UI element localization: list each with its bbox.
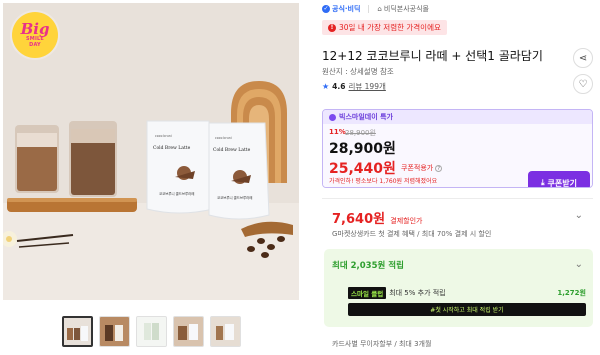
smile-club-tag: 스마일 클럽 bbox=[348, 286, 387, 299]
product-main-image: coco bruni Cold Brew Latte 코코브루니 콜드브루라떼 … bbox=[3, 3, 299, 300]
store-row: ✓ 공식·비딕 ⌂ 비딕본사공식몰 bbox=[322, 4, 429, 14]
card-discount-label: 결제할인가 bbox=[390, 217, 423, 225]
card-discount-amount: 7,640원 bbox=[332, 212, 386, 227]
original-price: 28,900원 bbox=[345, 129, 376, 137]
rating-row: ★ 4.6 리뷰 199개 bbox=[322, 81, 386, 92]
thumbnail-3[interactable] bbox=[136, 316, 167, 347]
thumb-photo-4 bbox=[174, 317, 203, 346]
thumbnail-4[interactable] bbox=[173, 316, 204, 347]
share-button[interactable]: ⋖ bbox=[573, 48, 593, 68]
thumb-photo-3 bbox=[137, 317, 166, 346]
price-card-header-label: 빅스마일데이 특가 bbox=[339, 113, 393, 121]
smile-club-row: 스마일 클럽 최대 5% 추가 적립 1,272원 bbox=[348, 286, 586, 299]
badge-line3: DAY bbox=[29, 42, 41, 48]
svg-text:coco bruni: coco bruni bbox=[215, 136, 232, 140]
smile-club-tag-2: 클럽 bbox=[371, 289, 384, 298]
thumbnail-2[interactable] bbox=[99, 316, 130, 347]
smile-club-text: 최대 5% 추가 적립 bbox=[389, 288, 446, 297]
coupon-price-label: 쿠폰적용가? bbox=[401, 163, 443, 173]
svg-text:coco bruni: coco bruni bbox=[155, 134, 172, 138]
svg-text:코코브루니 콜드브루라떼: 코코브루니 콜드브루라떼 bbox=[217, 195, 252, 200]
wishlist-button[interactable]: ♡ bbox=[573, 74, 593, 94]
big-smile-day-badge: Big SMILE DAY bbox=[12, 12, 58, 58]
home-icon: ⌂ bbox=[377, 5, 382, 13]
card-discount-desc: G마켓상생카드 첫 결제 혜택 / 최대 70% 결제 시 할인 bbox=[332, 230, 492, 238]
event-icon bbox=[329, 113, 336, 121]
divider bbox=[322, 198, 593, 199]
svg-text:코코브루니 콜드브루라떼: 코코브루니 콜드브루라떼 bbox=[159, 191, 194, 196]
thumb-photo-2 bbox=[100, 317, 129, 346]
rating-score: 4.6 bbox=[332, 82, 346, 91]
official-store-label: 공식·비딕 bbox=[332, 5, 361, 13]
coupon-price-label-text: 쿠폰적용가 bbox=[401, 164, 434, 172]
coffee-pouch-left: coco bruni Cold Brew Latte 코코브루니 콜드브루라떼 bbox=[146, 120, 214, 214]
coupon-price: 25,440원 bbox=[329, 161, 396, 177]
smile-club-value: 1,272원 bbox=[557, 288, 586, 297]
chevron-down-icon[interactable]: ⌄ bbox=[575, 210, 583, 221]
star-icon: ★ bbox=[322, 82, 330, 91]
product-title: 12+12 코코브루니 라떼 + 선택1 골라담기 bbox=[322, 49, 543, 63]
thumb-photo-1 bbox=[64, 318, 91, 345]
svg-text:Cold Brew Latte: Cold Brew Latte bbox=[213, 147, 251, 153]
store-name-link[interactable]: ⌂ 비딕본사공식몰 bbox=[377, 4, 429, 14]
discount-percent: 11% bbox=[329, 128, 346, 136]
thumb-photo-5 bbox=[211, 317, 240, 346]
store-separator bbox=[368, 5, 370, 13]
smile-club-tag-1: 스마일 bbox=[351, 289, 369, 298]
svg-text:Cold Brew Latte: Cold Brew Latte bbox=[153, 145, 191, 151]
official-store-badge[interactable]: ✓ 공식·비딕 bbox=[322, 4, 360, 14]
thumbnail-strip bbox=[62, 316, 241, 347]
latte-glass-left bbox=[15, 125, 59, 193]
heart-icon: ♡ bbox=[578, 78, 588, 90]
get-coupon-label: 쿠폰받기 bbox=[547, 178, 577, 188]
price-card-header: 빅스마일데이 특가 bbox=[323, 110, 592, 124]
check-icon: ✓ bbox=[322, 5, 330, 13]
current-price: 28,900원 bbox=[329, 141, 396, 157]
origin-text: 원산지 : 상세설명 참조 bbox=[322, 67, 394, 76]
store-name: 비딕본사공식몰 bbox=[383, 5, 429, 13]
chevron-down-icon[interactable]: ⌄ bbox=[575, 259, 583, 270]
price-drop-note: 가격인하! 평소보다 1,760원 저렴해졌어요 bbox=[329, 178, 438, 185]
get-coupon-button[interactable]: ⤓ 쿠폰받기 bbox=[528, 171, 590, 188]
alert-icon: ! bbox=[328, 23, 336, 32]
installment-note: 카드사별 무이자할부 / 최대 3개월 bbox=[332, 340, 432, 348]
points-title: 최대 2,035원 적립 bbox=[332, 261, 404, 271]
card-discount-row[interactable]: 7,640원 결제할인가 ⌄ bbox=[332, 208, 593, 227]
review-count-link[interactable]: 리뷰 199개 bbox=[348, 81, 385, 92]
share-icon: ⋖ bbox=[578, 52, 588, 64]
price-card: 빅스마일데이 특가 11% 28,900원 28,900원 25,440원 쿠폰… bbox=[322, 109, 593, 188]
download-icon: ⤓ bbox=[541, 178, 545, 187]
price-card-body: 11% 28,900원 28,900원 25,440원 쿠폰적용가? 가격인하!… bbox=[323, 124, 592, 188]
latte-glass-right bbox=[69, 121, 117, 197]
points-box: 최대 2,035원 적립 ⌄ 스마일 클럽 최대 5% 추가 적립 1,272원… bbox=[324, 249, 593, 327]
coffee-pouch-right: coco bruni Cold Brew Latte 코코브루니 콜드브루라떼 bbox=[208, 122, 270, 220]
smile-club-join-button[interactable]: #첫 시작하고 최대 적립 받기 bbox=[348, 303, 586, 316]
thumbnail-5[interactable] bbox=[210, 316, 241, 347]
lowest-price-text: 30일 내 가장 저렴한 가격이에요 bbox=[339, 23, 441, 32]
badge-line1: Big bbox=[20, 20, 50, 38]
info-icon[interactable]: ? bbox=[435, 165, 443, 172]
lowest-price-banner: ! 30일 내 가장 저렴한 가격이에요 bbox=[322, 20, 447, 35]
thumbnail-1[interactable] bbox=[62, 316, 93, 347]
